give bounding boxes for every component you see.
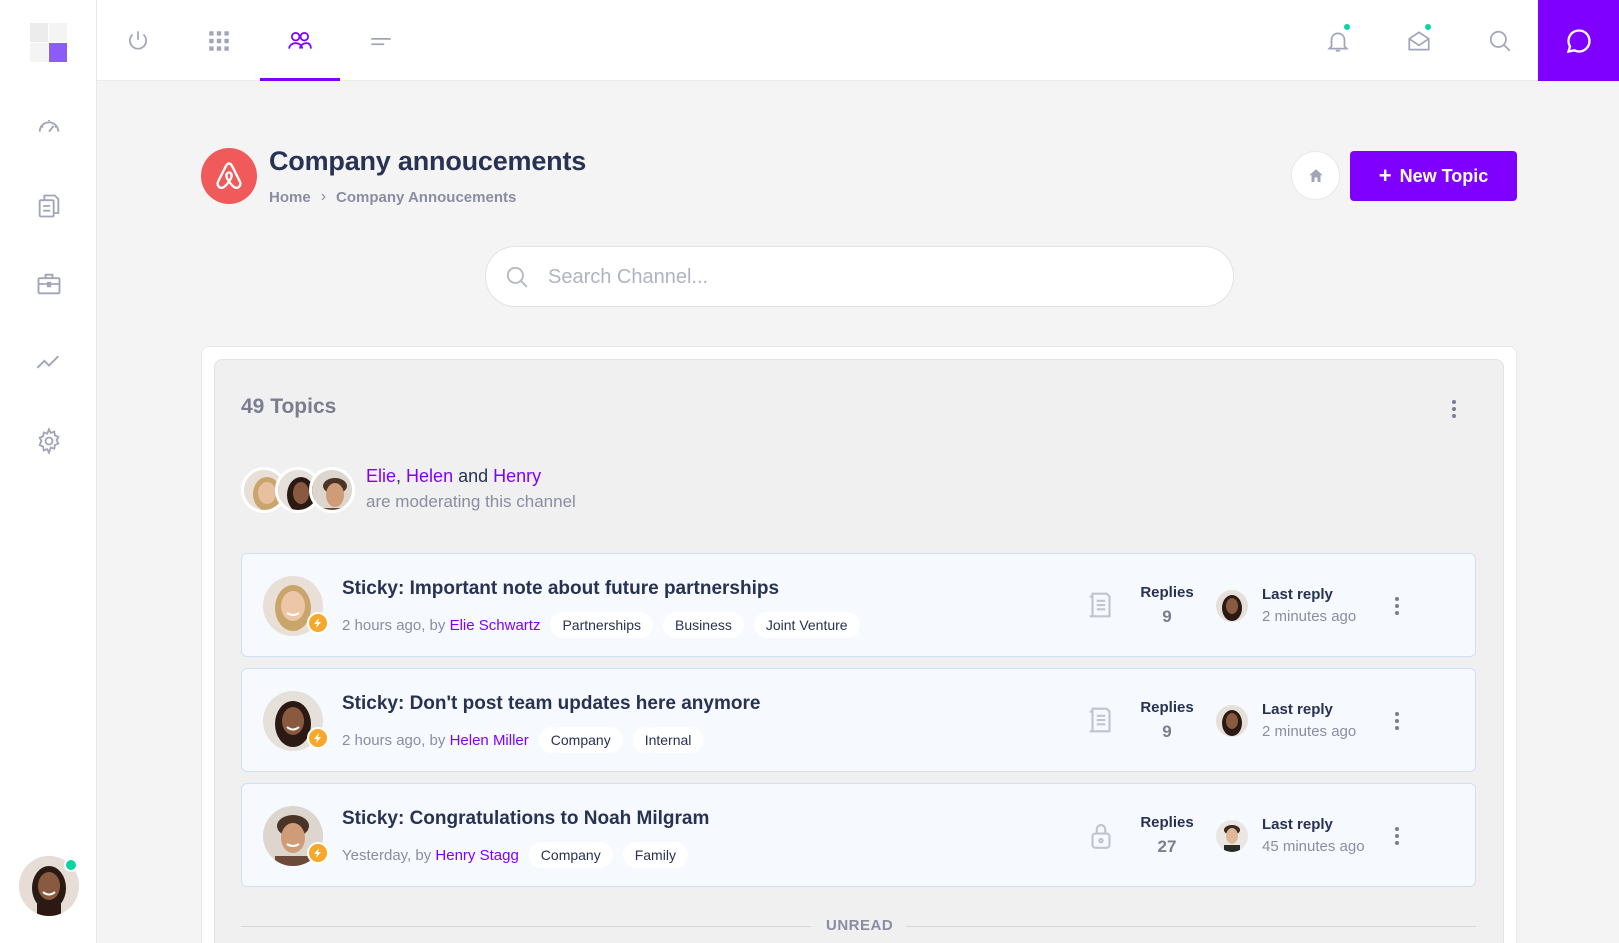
last-reply: Last reply 2 minutes ago (1262, 701, 1357, 740)
topic-row[interactable]: Sticky: Congratulations to Noah Milgram … (241, 783, 1476, 887)
topic-options-button[interactable] (1387, 709, 1407, 733)
bolt-icon (314, 733, 321, 743)
grid-icon (209, 30, 229, 51)
search-icon (1489, 30, 1511, 52)
tag[interactable]: Partnerships (550, 612, 654, 638)
author-link[interactable]: Elie Schwartz (450, 617, 541, 634)
topic-options-button[interactable] (1387, 824, 1407, 848)
topic-options-button[interactable] (1387, 594, 1407, 618)
tag[interactable]: Internal (632, 727, 704, 753)
users-icon (288, 31, 312, 49)
moderator-link[interactable]: Henry (493, 466, 541, 486)
home-button[interactable] (1291, 151, 1340, 200)
messages-button[interactable] (1402, 22, 1436, 58)
breadcrumb: Home › Company Annoucements (269, 188, 516, 206)
document-icon (1082, 586, 1120, 624)
tab-apps[interactable] (179, 0, 259, 81)
avatar[interactable] (1216, 820, 1248, 852)
topic-meta: Yesterday, by Henry Stagg Company Family (342, 842, 688, 868)
tag[interactable]: Joint Venture (753, 612, 860, 638)
topic-title[interactable]: Sticky: Congratulations to Noah Milgram (342, 808, 709, 830)
notifications-button[interactable] (1321, 22, 1355, 58)
lock-icon (1082, 816, 1120, 854)
moderator-subtitle: are moderating this channel (366, 492, 576, 511)
menu-lines-icon (371, 37, 391, 45)
breadcrumb-current: Company Annoucements (336, 188, 517, 206)
trend-line-icon[interactable] (34, 347, 64, 377)
author-link[interactable]: Helen Miller (450, 732, 529, 749)
app-logo[interactable] (30, 23, 68, 63)
moderator-link[interactable]: Helen (406, 466, 453, 486)
bolt-icon (314, 848, 321, 858)
plus-icon: + (1378, 163, 1392, 188)
topic-title[interactable]: Sticky: Don't post team updates here any… (342, 693, 760, 715)
tag[interactable]: Business (663, 612, 744, 638)
search-button[interactable] (1483, 24, 1517, 58)
topic-row[interactable]: Sticky: Important note about future part… (241, 553, 1476, 657)
replies-count: Replies 9 (1140, 584, 1194, 626)
speedometer-icon[interactable] (34, 112, 64, 142)
tag[interactable]: Company (528, 842, 613, 868)
documents-icon[interactable] (34, 191, 64, 221)
avatar[interactable] (309, 467, 355, 513)
channel-logo (201, 148, 257, 204)
topic-count: 49 Topics (241, 395, 337, 418)
tab-users[interactable] (260, 0, 340, 81)
search-bar (485, 246, 1234, 307)
last-reply: Last reply 45 minutes ago (1262, 816, 1365, 855)
unread-divider: UNREAD (241, 917, 1476, 937)
replies-count: Replies 27 (1140, 814, 1194, 856)
search-input[interactable] (548, 259, 1208, 295)
sidebar (0, 0, 97, 943)
tag[interactable]: Company (538, 727, 623, 753)
sticky-badge (307, 842, 329, 864)
briefcase-icon[interactable] (34, 269, 64, 299)
unread-label: UNREAD (826, 917, 894, 934)
sticky-badge (307, 727, 329, 749)
tag[interactable]: Family (622, 842, 688, 868)
new-topic-label: New Topic (1399, 165, 1489, 186)
home-icon (1308, 168, 1323, 182)
top-navbar (97, 0, 1619, 81)
avatar[interactable] (1216, 705, 1248, 737)
panel-options-button[interactable] (1444, 397, 1464, 421)
moderator-names: Elie, Helen and Henry (366, 466, 542, 486)
online-status-dot (64, 858, 78, 872)
replies-count: Replies 9 (1140, 699, 1194, 741)
message-dot (1423, 22, 1433, 32)
tab-menu[interactable] (341, 0, 421, 81)
author-link[interactable]: Henry Stagg (435, 847, 518, 864)
search-icon (506, 266, 528, 288)
page-title: Company annoucements (269, 146, 587, 176)
last-reply: Last reply 2 minutes ago (1262, 586, 1357, 625)
chat-button[interactable] (1538, 0, 1619, 81)
document-icon (1082, 701, 1120, 739)
avatar[interactable] (1216, 590, 1248, 622)
power-icon (129, 30, 147, 49)
tab-power[interactable] (98, 0, 178, 81)
topic-meta: 2 hours ago, by Elie Schwartz Partnershi… (342, 612, 860, 638)
topic-title[interactable]: Sticky: Important note about future part… (342, 578, 779, 600)
breadcrumb-home[interactable]: Home (269, 189, 311, 206)
notification-dot (1342, 22, 1352, 32)
moderator-link[interactable]: Elie (366, 466, 396, 486)
gear-icon[interactable] (34, 426, 64, 456)
topic-meta: 2 hours ago, by Helen Miller Company Int… (342, 727, 704, 753)
airbnb-icon (216, 162, 242, 189)
topic-row[interactable]: Sticky: Don't post team updates here any… (241, 668, 1476, 772)
new-topic-button[interactable]: + New Topic (1350, 151, 1517, 201)
moderator-avatars (241, 467, 355, 513)
bolt-icon (314, 618, 321, 628)
sticky-badge (307, 612, 329, 634)
chevron-right-icon: › (320, 188, 327, 205)
chat-icon (1566, 28, 1591, 53)
